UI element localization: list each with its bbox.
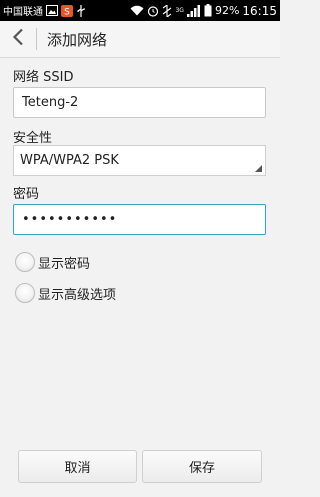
show-advanced-label: 显示高级选项: [38, 287, 117, 303]
show-advanced-checkbox[interactable]: [15, 283, 35, 303]
show-password-checkbox[interactable]: [15, 252, 35, 272]
chevron-left-icon: [12, 28, 24, 50]
app-s-notification-icon: S: [61, 4, 73, 18]
carrier-name: 中国联通: [3, 7, 43, 18]
dropdown-arrow-icon: [255, 165, 262, 172]
ssid-label: 网络 SSID: [13, 70, 74, 85]
show-password-label: 显示密码: [38, 256, 91, 272]
battery-percent: 92%: [214, 4, 240, 17]
alarm-icon: [147, 4, 159, 18]
image-notification-icon: [46, 4, 58, 18]
security-select[interactable]: WPA/WPA2 PSK: [13, 145, 266, 176]
back-button[interactable]: [0, 21, 36, 58]
ssid-value: Teteng-2: [22, 95, 79, 110]
password-input[interactable]: •••••••••••: [13, 204, 266, 235]
show-password-option[interactable]: 显示密码: [15, 251, 90, 273]
battery-icon: [204, 4, 212, 18]
signal-icon: [186, 4, 201, 18]
clock: 16:15: [242, 3, 277, 18]
network-type-label: 3G: [175, 6, 184, 14]
show-advanced-option[interactable]: 显示高级选项: [15, 282, 116, 304]
password-label: 密码: [13, 187, 40, 202]
page-title: 添加网络: [47, 30, 108, 49]
save-button[interactable]: 保存: [142, 450, 262, 483]
sync-icon: [162, 4, 172, 18]
wifi-icon: [130, 4, 144, 18]
password-value: •••••••••••: [22, 212, 118, 227]
status-bar: 中国联通 S 3G 92% 16:15: [0, 0, 280, 21]
cancel-button[interactable]: 取消: [18, 450, 137, 483]
usb-notification-icon: [76, 4, 86, 18]
security-value: WPA/WPA2 PSK: [20, 153, 119, 168]
security-label: 安全性: [13, 131, 53, 146]
title-bar: 添加网络: [0, 21, 280, 58]
ssid-input[interactable]: Teteng-2: [13, 87, 266, 118]
svg-text:S: S: [64, 7, 70, 17]
title-divider: [36, 28, 37, 50]
